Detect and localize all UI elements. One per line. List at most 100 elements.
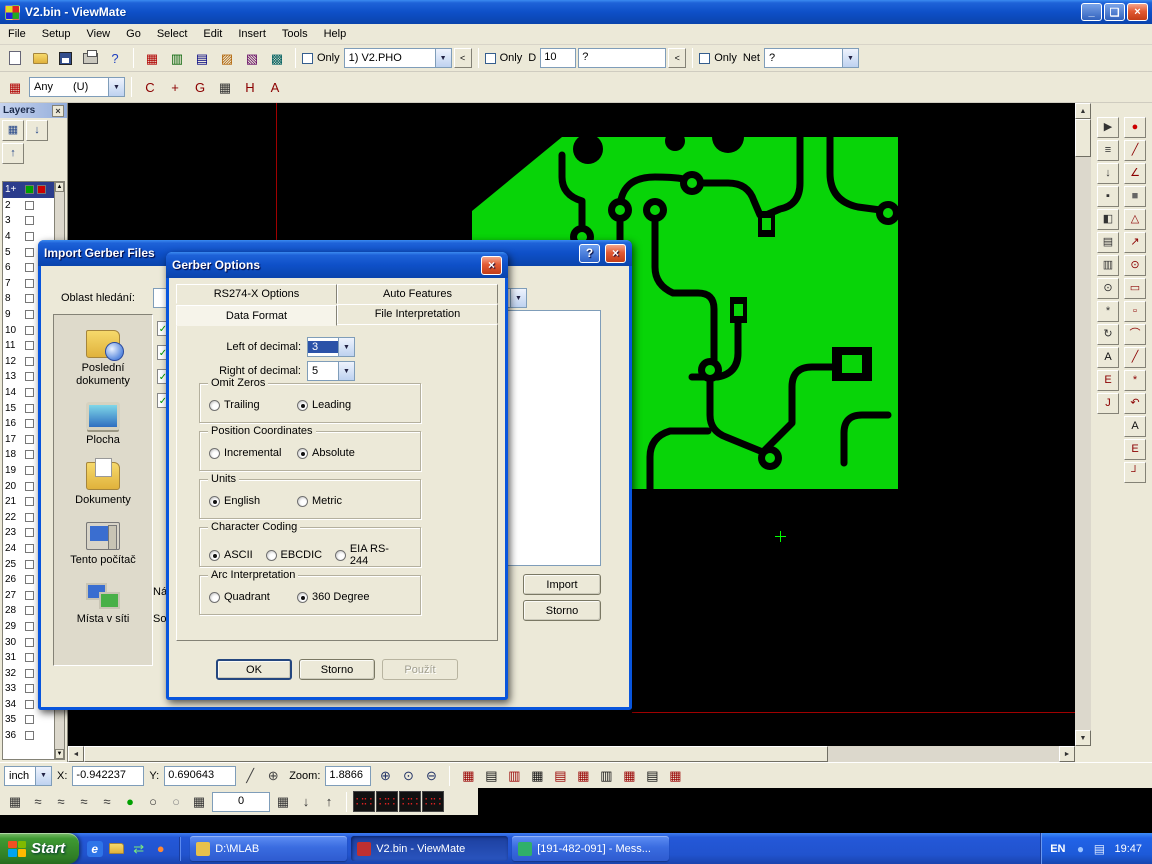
tab-file-interpretation[interactable]: File Interpretation [337,304,498,324]
close-icon[interactable]: × [481,256,502,275]
zoom-in-icon[interactable]: ⊕ [374,765,396,786]
red-dot-tool-icon[interactable]: ● [1124,117,1146,138]
x-coordinate-field[interactable]: -0.942237 [72,766,144,786]
dcode-input[interactable]: 10 [540,48,576,68]
radio-icon[interactable] [209,496,220,507]
layer-color-swatch[interactable] [25,715,34,724]
close-icon[interactable]: × [52,105,64,117]
slash-tool-icon[interactable]: ╱ [1124,347,1146,368]
place-m-sta-v-s-ti[interactable]: Místa v síti [54,581,152,626]
layer-color-swatch[interactable] [25,357,34,366]
radio-incremental[interactable]: Incremental [209,447,297,459]
tab-rs274-x-options[interactable]: RS274-X Options [176,284,337,304]
layer-down-icon[interactable]: ↓ [26,120,48,141]
gerber-dialog-titlebar[interactable]: Gerber Options × [166,252,508,278]
chevron-down-icon[interactable]: ▼ [435,49,451,67]
report-table-icon[interactable]: ▦ [618,765,640,786]
trace-view-icon[interactable]: ▧ [240,46,264,70]
layer-color-swatch[interactable] [25,419,34,428]
small-pad-icon[interactable]: ▪ [1097,186,1119,207]
menu-view[interactable]: View [78,25,118,43]
letter-a-tool-icon[interactable]: A [1124,416,1146,437]
arrow-ne-tool-icon[interactable]: ↗ [1124,232,1146,253]
waveform-3-icon[interactable]: ≈ [73,791,95,812]
anchor-up-icon[interactable]: ↑ [318,791,340,812]
print-icon[interactable] [78,46,102,70]
layer-color-swatch[interactable] [37,185,46,194]
dcode-query-input[interactable]: ? [578,48,666,68]
stats-table-icon[interactable]: ▤ [641,765,663,786]
pad-view-icon[interactable]: ▨ [215,46,239,70]
import-button[interactable]: Import [523,574,601,595]
layer-color-swatch[interactable] [25,638,34,647]
horizontal-scroll-track[interactable] [828,746,1059,762]
left-of-decimal-combo[interactable]: 3 ▼ [307,337,355,357]
small-square-tool-icon[interactable]: ▫ [1124,301,1146,322]
draw-mode-icon[interactable]: ▥ [165,46,189,70]
corner-tool-icon[interactable]: ┘ [1124,462,1146,483]
netlist-table-icon[interactable]: ▦ [526,765,548,786]
restore-button[interactable]: ❏ [1104,3,1125,21]
select-filter-combo[interactable]: Any (U) ▼ [29,77,125,97]
chevron-down-icon[interactable]: ▼ [338,362,354,380]
net-combo[interactable]: ? ▼ [764,48,859,68]
close-icon[interactable]: × [605,244,626,263]
aperture-view-icon[interactable]: ▩ [265,46,289,70]
layer-color-swatch[interactable] [25,450,34,459]
radio-icon[interactable] [209,400,220,411]
open-file-icon[interactable] [28,46,52,70]
undo-arc-tool-icon[interactable]: ↶ [1124,393,1146,414]
vertical-scroll-track[interactable] [1075,157,1091,730]
snap-dot-icon[interactable]: ● [119,791,141,812]
layer-color-swatch[interactable] [25,606,34,615]
layer-color-swatch[interactable] [25,279,34,288]
layer-up-icon[interactable]: ↑ [2,143,24,164]
grid-toggle-icon[interactable]: ▦ [4,791,26,812]
gear-icon[interactable]: * [1097,301,1119,322]
rotate-icon[interactable]: ↻ [1097,324,1119,345]
menu-setup[interactable]: Setup [34,25,79,43]
radio-quadrant[interactable]: Quadrant [209,591,297,603]
j-tool-icon[interactable]: J [1097,393,1119,414]
chevron-down-icon[interactable]: ▼ [338,338,354,356]
pattern-grid-icon[interactable]: ▦ [272,791,294,812]
only-net-checkbox[interactable] [699,53,710,64]
ring-tool-icon[interactable]: ○ [165,791,187,812]
keyboard-icon[interactable]: ▤ [1090,839,1108,859]
layer-color-swatch[interactable] [25,700,34,709]
waveform-4-icon[interactable]: ≈ [96,791,118,812]
chevron-down-icon[interactable]: ▼ [35,767,51,785]
scroll-down-icon[interactable]: ▼ [55,749,64,759]
y-coordinate-field[interactable]: 0.690643 [164,766,236,786]
close-button[interactable]: × [1127,3,1148,21]
prev-dcode-button[interactable]: < [668,48,686,68]
radio-trailing[interactable]: Trailing [209,399,297,411]
sc roll-up-icon[interactable]: ▲ [55,182,64,192]
grid-tool-icon[interactable]: ▦ [213,75,237,99]
radio-icon[interactable] [209,448,220,459]
circle-tool-icon[interactable]: ○ [142,791,164,812]
trace-table-icon[interactable]: ▦ [572,765,594,786]
zoom-select-icon[interactable]: ⊙ [397,765,419,786]
measure-icon[interactable]: ╱ [239,765,261,786]
horizontal-scroll-thumb[interactable] [84,746,828,762]
layer-color-swatch[interactable] [25,294,34,303]
taskbar-task-v2-bin-viewmate[interactable]: V2.bin - ViewMate [351,836,508,861]
aperture-table-icon[interactable]: ▤ [480,765,502,786]
radio-icon[interactable] [209,592,220,603]
radio-absolute[interactable]: Absolute [297,447,385,459]
move-down-icon[interactable]: ↓ [1097,163,1119,184]
circle-center-tool-icon[interactable]: ⊙ [1124,255,1146,276]
waveform-1-icon[interactable]: ≈ [27,791,49,812]
dot-pattern-2-icon[interactable]: ∷∷ [376,791,398,812]
layer-combo[interactable]: 1) V2.PHO ▼ [344,48,452,68]
pad-stack-icon[interactable]: ≡ [1097,140,1119,161]
mesh-icon[interactable]: ▦ [188,791,210,812]
flash-mode-icon[interactable]: ▦ [140,46,164,70]
radio-ebcdic[interactable]: EBCDIC [266,543,322,567]
layer-color-swatch[interactable] [25,185,34,194]
crosshair-tool-icon[interactable]: + [163,75,187,99]
right-of-decimal-combo[interactable]: 5 ▼ [307,361,355,381]
layer-color-swatch[interactable] [25,435,34,444]
pad-table-icon[interactable]: ▤ [549,765,571,786]
